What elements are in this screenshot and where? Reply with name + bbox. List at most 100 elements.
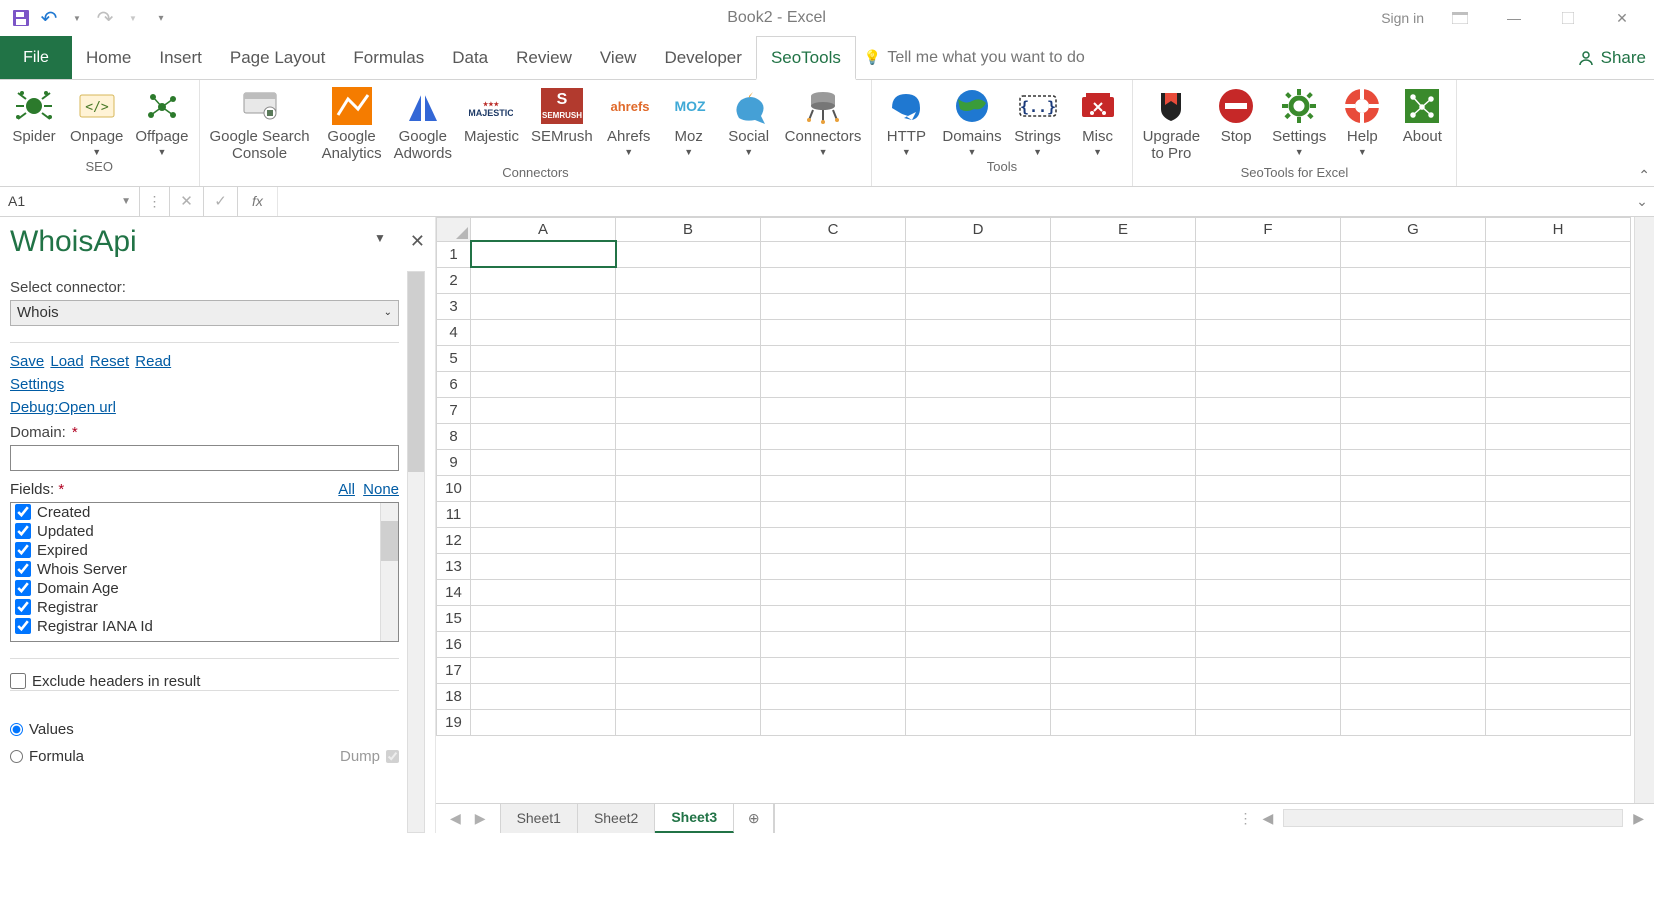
cell[interactable] bbox=[761, 501, 906, 527]
tab-scroll-right-icon[interactable]: ▶ bbox=[1633, 810, 1644, 827]
cell[interactable] bbox=[1051, 423, 1196, 449]
cell[interactable] bbox=[1196, 423, 1341, 449]
cell[interactable] bbox=[1196, 475, 1341, 501]
cell[interactable] bbox=[1051, 501, 1196, 527]
cell[interactable] bbox=[471, 709, 616, 735]
cell[interactable] bbox=[761, 657, 906, 683]
cell[interactable] bbox=[906, 293, 1051, 319]
column-header[interactable]: B bbox=[616, 217, 761, 241]
cell[interactable] bbox=[1051, 657, 1196, 683]
tell-me[interactable]: 💡 bbox=[856, 36, 1577, 79]
cell[interactable] bbox=[761, 527, 906, 553]
http-button[interactable]: HTTP▼ bbox=[878, 84, 934, 157]
cell[interactable] bbox=[761, 579, 906, 605]
cell[interactable] bbox=[761, 345, 906, 371]
tab-formulas[interactable]: Formulas bbox=[339, 36, 438, 79]
cell[interactable] bbox=[761, 319, 906, 345]
cell[interactable] bbox=[1051, 605, 1196, 631]
cell[interactable] bbox=[1486, 657, 1631, 683]
cell[interactable] bbox=[471, 501, 616, 527]
task-pane-options-icon[interactable]: ▼ bbox=[374, 231, 386, 252]
scrollbar-thumb[interactable] bbox=[381, 521, 398, 561]
cell[interactable] bbox=[1196, 605, 1341, 631]
field-checkbox[interactable] bbox=[15, 580, 31, 596]
settings-button[interactable]: Settings▼ bbox=[1268, 84, 1330, 157]
semrush-button[interactable]: SSEMRUSHSEMrush bbox=[527, 84, 597, 145]
formula-radio[interactable] bbox=[10, 750, 23, 763]
cell[interactable] bbox=[471, 371, 616, 397]
maximize-icon[interactable] bbox=[1550, 4, 1586, 32]
cell[interactable] bbox=[1341, 527, 1486, 553]
row-header[interactable]: 16 bbox=[437, 631, 471, 657]
values-radio[interactable] bbox=[10, 723, 23, 736]
cell[interactable] bbox=[906, 397, 1051, 423]
cell[interactable] bbox=[1341, 293, 1486, 319]
cell[interactable] bbox=[1196, 371, 1341, 397]
row-header[interactable]: 13 bbox=[437, 553, 471, 579]
tab-insert[interactable]: Insert bbox=[145, 36, 216, 79]
cell[interactable] bbox=[1486, 397, 1631, 423]
misc-button[interactable]: Misc▼ bbox=[1070, 84, 1126, 157]
row-header[interactable]: 2 bbox=[437, 267, 471, 293]
formula-input[interactable] bbox=[278, 187, 1630, 216]
column-header[interactable]: F bbox=[1196, 217, 1341, 241]
cell[interactable] bbox=[761, 293, 906, 319]
undo-icon[interactable]: ↶ bbox=[38, 7, 60, 29]
field-checkbox[interactable] bbox=[15, 523, 31, 539]
cell[interactable] bbox=[471, 345, 616, 371]
cell[interactable] bbox=[1051, 371, 1196, 397]
sheet-nav-next-icon[interactable]: ▶ bbox=[475, 810, 486, 827]
cell[interactable] bbox=[906, 475, 1051, 501]
accept-formula-icon[interactable]: ✓ bbox=[204, 187, 238, 216]
field-checkbox[interactable] bbox=[15, 542, 31, 558]
formula-expand-icon[interactable]: ⌄ bbox=[1630, 187, 1654, 216]
cell[interactable] bbox=[1486, 631, 1631, 657]
connectors-button[interactable]: Connectors▼ bbox=[781, 84, 866, 157]
cell[interactable] bbox=[616, 319, 761, 345]
cell[interactable] bbox=[616, 553, 761, 579]
strings-button[interactable]: {..}Strings▼ bbox=[1010, 84, 1066, 157]
cell[interactable] bbox=[1341, 345, 1486, 371]
cell[interactable] bbox=[1486, 449, 1631, 475]
cell[interactable] bbox=[1486, 319, 1631, 345]
field-checkbox[interactable] bbox=[15, 618, 31, 634]
cell[interactable] bbox=[906, 449, 1051, 475]
cell[interactable] bbox=[1341, 449, 1486, 475]
cell[interactable] bbox=[1051, 267, 1196, 293]
none-link[interactable]: None bbox=[363, 481, 399, 498]
read-link[interactable]: Read bbox=[135, 353, 171, 370]
cell[interactable] bbox=[616, 579, 761, 605]
column-header[interactable]: C bbox=[761, 217, 906, 241]
stop-button[interactable]: Stop bbox=[1208, 84, 1264, 145]
cell[interactable] bbox=[616, 397, 761, 423]
cell[interactable] bbox=[1486, 345, 1631, 371]
cell[interactable] bbox=[761, 709, 906, 735]
save-icon[interactable] bbox=[10, 7, 32, 29]
cell[interactable] bbox=[1196, 501, 1341, 527]
load-link[interactable]: Load bbox=[50, 353, 83, 370]
tab-developer[interactable]: Developer bbox=[650, 36, 756, 79]
cell[interactable] bbox=[906, 631, 1051, 657]
cell[interactable] bbox=[1196, 657, 1341, 683]
cell[interactable] bbox=[1486, 605, 1631, 631]
cell[interactable] bbox=[1051, 579, 1196, 605]
all-link[interactable]: All bbox=[338, 481, 355, 498]
cell[interactable] bbox=[1051, 397, 1196, 423]
cell[interactable] bbox=[616, 423, 761, 449]
cell[interactable] bbox=[1051, 475, 1196, 501]
cell[interactable] bbox=[616, 475, 761, 501]
cell[interactable] bbox=[616, 605, 761, 631]
cell[interactable] bbox=[616, 345, 761, 371]
cell[interactable] bbox=[761, 423, 906, 449]
fx-icon[interactable]: fx bbox=[238, 187, 278, 216]
cell[interactable] bbox=[761, 267, 906, 293]
fields-scrollbar[interactable] bbox=[380, 503, 398, 641]
name-box[interactable]: A1 ▼ bbox=[0, 187, 140, 216]
help-button[interactable]: Help▼ bbox=[1334, 84, 1390, 157]
row-header[interactable]: 10 bbox=[437, 475, 471, 501]
cell[interactable] bbox=[1196, 241, 1341, 267]
cell[interactable] bbox=[761, 449, 906, 475]
tab-data[interactable]: Data bbox=[438, 36, 502, 79]
cell[interactable] bbox=[1341, 605, 1486, 631]
row-header[interactable]: 11 bbox=[437, 501, 471, 527]
